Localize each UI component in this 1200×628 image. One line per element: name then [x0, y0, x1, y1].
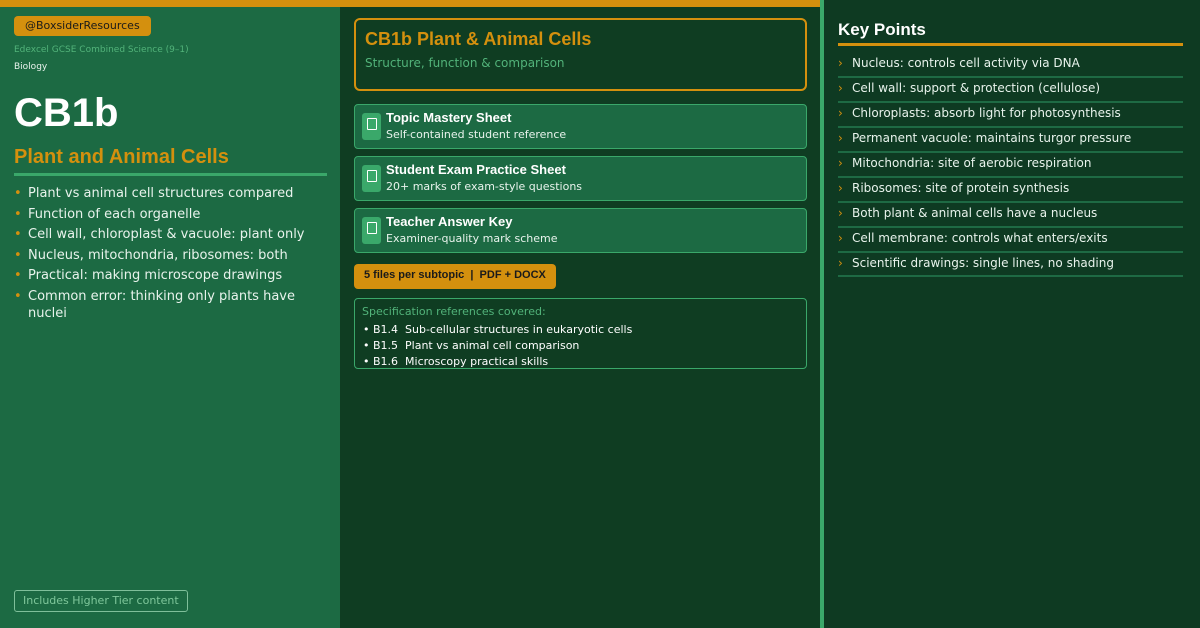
list-item: › Permanent vacuole: maintains turgor pre… — [838, 128, 1183, 153]
references-list: • B1.4 Sub-cellular structures in eukary… — [363, 322, 632, 370]
files-badge: 5 files per subtopic | PDF + DOCX — [354, 264, 556, 289]
title-divider — [14, 173, 327, 176]
bullet-icon: • — [14, 268, 22, 283]
list-item: • B1.5 Plant vs animal cell comparison — [363, 339, 580, 352]
key-points-list: › Nucleus: controls cell activity via DNA… — [838, 53, 1183, 277]
list-item: › Cell membrane: controls what enters/exi… — [838, 228, 1183, 253]
resource-header: CB1b Plant & Animal Cells Structure, fun… — [354, 18, 807, 91]
chevron-right-icon: › — [838, 56, 843, 70]
spec-label: Edexcel GCSE Combined Science (9–1) — [14, 45, 189, 55]
card-description: Self-contained student reference — [386, 128, 567, 141]
document-icon — [362, 113, 381, 140]
chevron-right-icon: › — [838, 231, 843, 245]
card-exam-practice: Student Exam Practice Sheet 20+ marks of… — [354, 156, 807, 201]
bullet-icon: • — [14, 186, 22, 201]
references-heading: Specification references covered: — [362, 305, 546, 318]
card-answer-key: Teacher Answer Key Examiner-quality mark… — [354, 208, 807, 253]
chevron-right-icon: › — [838, 181, 843, 195]
list-item: • Function of each organelle — [14, 206, 201, 222]
list-item: • Nucleus, mitochondria, ribosomes: both — [14, 247, 288, 263]
chevron-right-icon: › — [838, 131, 843, 145]
left-panel: @BoxsiderResources Edexcel GCSE Combined… — [0, 7, 340, 628]
top-accent-bar — [0, 0, 822, 7]
list-item: • Cell wall, chloroplast & vacuole: plant… — [14, 227, 305, 242]
card-description: Examiner-quality mark scheme — [386, 232, 558, 245]
bullet-icon: • — [14, 247, 22, 263]
card-title: Teacher Answer Key — [386, 214, 513, 229]
spec-references-box: Specification references covered: • B1.4… — [354, 298, 807, 369]
list-item: • B1.6 Microscopy practical skills — [363, 355, 549, 368]
card-description: 20+ marks of exam-style questions — [386, 180, 583, 193]
key-points-title: Key Points — [838, 20, 926, 39]
card-topic-mastery: Topic Mastery Sheet Self-contained stude… — [354, 104, 807, 149]
chevron-right-icon: › — [838, 106, 843, 120]
document-icon — [362, 217, 381, 244]
list-item: • Plant vs animal cell structures compare… — [14, 186, 294, 201]
topic-code: CB1b — [14, 91, 119, 135]
chevron-right-icon: › — [838, 156, 843, 170]
card-title: Topic Mastery Sheet — [386, 110, 512, 125]
topic-title: Plant and Animal Cells — [14, 146, 229, 168]
key-points-divider — [838, 43, 1183, 46]
chevron-right-icon: › — [838, 256, 843, 270]
list-item: • Practical: making microscope drawings — [14, 268, 283, 283]
list-item: › Cell wall: support & protection (cellul… — [838, 78, 1183, 103]
bullet-icon: • — [14, 227, 22, 242]
bullet-icon: • — [14, 206, 22, 222]
handle-badge: @BoxsiderResources — [14, 16, 151, 36]
list-item: › Mitochondria: site of aerobic respirati… — [838, 153, 1183, 178]
list-item: • Common error: thinking only plants have… — [14, 288, 295, 321]
list-item: › Ribosomes: site of protein synthesis — [838, 178, 1183, 203]
bullet-icon: • — [14, 288, 22, 304]
list-item: › Nucleus: controls cell activity via DNA — [838, 53, 1183, 78]
chevron-right-icon: › — [838, 206, 843, 220]
list-item: › Both plant & animal cells have a nucleu… — [838, 203, 1183, 228]
tier-badge: Includes Higher Tier content — [14, 590, 188, 612]
document-icon — [362, 165, 381, 192]
key-points-panel: Key Points › Nucleus: controls cell activ… — [824, 0, 1200, 628]
resource-subtitle: Structure, function & comparison — [365, 56, 565, 70]
chevron-right-icon: › — [838, 81, 843, 95]
list-item: › Chloroplasts: absorb light for photosyn… — [838, 103, 1183, 128]
subject-label: Biology — [14, 62, 48, 72]
summary-list: • Plant vs animal cell structures compare… — [14, 185, 327, 325]
list-item: • B1.4 Sub-cellular structures in eukary… — [363, 323, 633, 336]
list-item: › Scientific drawings: single lines, no s… — [838, 253, 1183, 277]
card-title: Student Exam Practice Sheet — [386, 162, 566, 177]
resource-title: CB1b Plant & Animal Cells — [365, 29, 592, 49]
